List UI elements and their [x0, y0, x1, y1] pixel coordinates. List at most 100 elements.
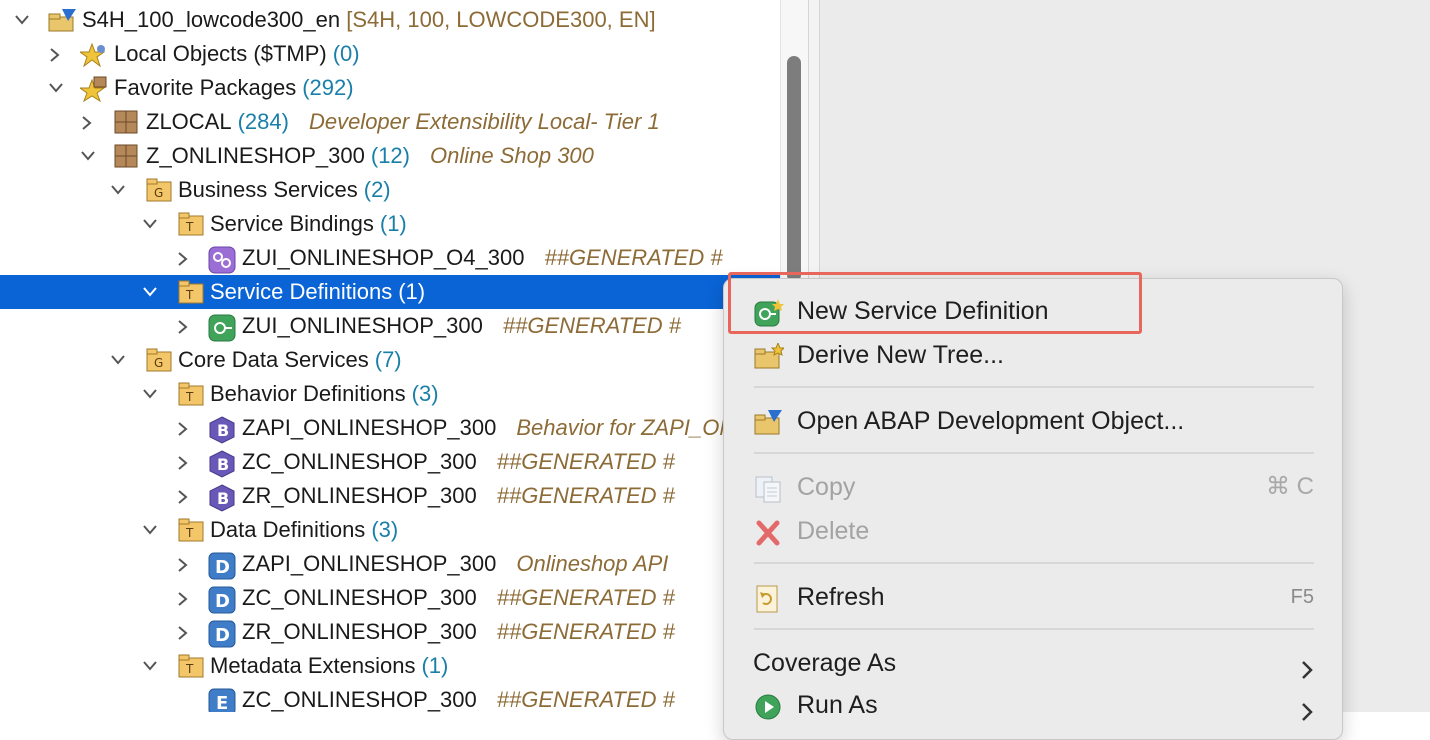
tree-scrollbar-thumb[interactable]	[787, 56, 801, 282]
chevron-right-icon[interactable]	[44, 37, 66, 71]
tree-item-business-services[interactable]: G Business Services (2)	[0, 173, 780, 207]
zlocal-description: Developer Extensibility Local- Tier 1	[308, 109, 660, 134]
data-definition-icon: D	[208, 586, 236, 614]
tree-item-favorite-packages[interactable]: Favorite Packages (292)	[0, 71, 780, 105]
svg-text:T: T	[185, 526, 194, 540]
svg-text:E: E	[216, 693, 228, 712]
svg-text:G: G	[154, 186, 163, 200]
tree-item-local-objects[interactable]: Local Objects ($TMP) (0)	[0, 37, 780, 71]
behavior-definition-icon: B	[208, 450, 235, 478]
chevron-right-icon[interactable]	[172, 411, 194, 445]
tree-item-zui-onlineshop-o4-300[interactable]: ZUI_ONLINESHOP_O4_300 ##GENERATED #	[0, 241, 780, 275]
chevron-right-icon[interactable]	[172, 547, 194, 581]
chevron-down-icon[interactable]	[138, 649, 160, 683]
data-definitions-count: (3)	[371, 517, 399, 542]
copy-icon	[754, 475, 784, 503]
tree-item-data-definitions[interactable]: T Data Definitions (3)	[0, 513, 780, 547]
tree-item-root[interactable]: S4H_100_lowcode300_en [S4H, 100, LOWCODE…	[0, 3, 780, 37]
tree-item-service-bindings[interactable]: T Service Bindings (1)	[0, 207, 780, 241]
chevron-right-icon[interactable]	[172, 615, 194, 649]
z-onlineshop-description: Online Shop 300	[430, 143, 594, 168]
delete-label: Delete	[797, 517, 870, 545]
type-folder-icon: T	[178, 280, 204, 304]
service-definitions-count: (1)	[398, 279, 426, 304]
bdef3-description: ##GENERATED #	[496, 483, 675, 508]
tree-item-z-onlineshop-300[interactable]: Z_ONLINESHOP_300 (12) Online Shop 300	[0, 139, 780, 173]
chevron-right-icon[interactable]	[172, 479, 194, 513]
tree-item-behavior-definitions[interactable]: T Behavior Definitions (3)	[0, 377, 780, 411]
tree-item-bdef-zr[interactable]: B ZR_ONLINESHOP_300 ##GENERATED #	[0, 479, 780, 513]
svg-text:B: B	[217, 455, 229, 474]
zlocal-count: (284)	[237, 109, 289, 134]
mext1-label: ZC_ONLINESHOP_300	[242, 687, 477, 712]
behavior-definitions-count: (3)	[411, 381, 439, 406]
type-folder-icon: T	[178, 654, 204, 678]
menu-item-copy[interactable]: Copy ⌘ C	[724, 467, 1342, 507]
menu-separator	[754, 628, 1314, 630]
z-onlineshop-label: Z_ONLINESHOP_300	[146, 143, 365, 168]
service-definition-icon	[208, 314, 236, 342]
tree-item-bdef-zapi[interactable]: B ZAPI_ONLINESHOP_300 Behavior for ZAPI_O…	[0, 411, 780, 445]
zui-o4-label: ZUI_ONLINESHOP_O4_300	[242, 245, 525, 270]
tree-item-zui-onlineshop-300[interactable]: ZUI_ONLINESHOP_300 ##GENERATED #	[0, 309, 780, 343]
svg-text:B: B	[217, 421, 229, 440]
bdef2-label: ZC_ONLINESHOP_300	[242, 449, 477, 474]
zui-srv-description: ##GENERATED #	[502, 313, 681, 338]
svg-text:D: D	[215, 625, 230, 646]
tree-item-bdef-zc[interactable]: B ZC_ONLINESHOP_300 ##GENERATED #	[0, 445, 780, 479]
tree-item-ddef-zapi[interactable]: D ZAPI_ONLINESHOP_300 Onlineshop API	[0, 547, 780, 581]
data-definitions-label: Data Definitions	[210, 517, 366, 542]
mext1-description: ##GENERATED #	[496, 687, 675, 712]
chevron-down-icon[interactable]	[10, 3, 32, 37]
tree-item-core-data-services[interactable]: G Core Data Services (7)	[0, 343, 780, 377]
zui-srv-label: ZUI_ONLINESHOP_300	[242, 313, 483, 338]
chevron-down-icon[interactable]	[138, 513, 160, 547]
chevron-down-icon[interactable]	[138, 377, 160, 411]
coverage-as-label: Coverage As	[753, 649, 897, 677]
copy-label: Copy	[797, 473, 856, 501]
tree-item-ddef-zr[interactable]: D ZR_ONLINESHOP_300 ##GENERATED #	[0, 615, 780, 649]
menu-item-open-abap-object[interactable]: Open ABAP Development Object...	[724, 401, 1342, 441]
run-as-label: Run As	[797, 691, 878, 719]
refresh-icon	[754, 585, 784, 613]
chevron-down-icon[interactable]	[44, 71, 66, 105]
chevron-down-icon[interactable]	[106, 343, 128, 377]
data-definition-icon: D	[208, 620, 236, 648]
business-services-count: (2)	[363, 177, 391, 202]
z-onlineshop-count: (12)	[370, 143, 410, 168]
menu-item-refresh[interactable]: Refresh F5	[724, 577, 1342, 617]
chevron-right-icon[interactable]	[76, 105, 98, 139]
chevron-right-icon[interactable]	[172, 445, 194, 479]
service-definitions-label: Service Definitions	[210, 279, 393, 304]
tree-item-mext-zc[interactable]: E ZC_ONLINESHOP_300 ##GENERATED #	[0, 683, 780, 712]
menu-item-delete[interactable]: Delete	[724, 511, 1342, 551]
type-folder-icon: T	[178, 518, 204, 542]
copy-shortcut: ⌘ C	[1266, 473, 1314, 500]
metadata-extension-icon: E	[208, 688, 236, 712]
menu-item-coverage-as[interactable]: Coverage As	[724, 643, 1342, 683]
chevron-right-icon[interactable]	[172, 241, 194, 275]
menu-item-derive-new-tree[interactable]: Derive New Tree...	[724, 335, 1342, 375]
tree-item-metadata-extensions[interactable]: T Metadata Extensions (1)	[0, 649, 780, 683]
root-meta: [S4H, 100, LOWCODE300, EN]	[346, 7, 656, 32]
chevron-right-icon[interactable]	[172, 581, 194, 615]
service-bindings-count: (1)	[379, 211, 407, 236]
local-objects-count: (0)	[332, 41, 360, 66]
chevron-down-icon[interactable]	[76, 139, 98, 173]
data-definition-icon: D	[208, 552, 236, 580]
tree-item-service-definitions[interactable]: T Service Definitions (1)	[0, 275, 780, 309]
derive-tree-icon	[754, 341, 786, 369]
tree-item-zlocal[interactable]: ZLOCAL (284) Developer Extensibility Local…	[0, 105, 780, 139]
context-menu: New Service Definition Derive New Tree..…	[723, 278, 1343, 740]
chevron-down-icon[interactable]	[106, 173, 128, 207]
tree-item-ddef-zc[interactable]: D ZC_ONLINESHOP_300 ##GENERATED #	[0, 581, 780, 615]
svg-text:B: B	[217, 489, 229, 508]
business-services-label: Business Services	[178, 177, 358, 202]
ddef1-description: Onlineshop API	[516, 551, 669, 576]
bdef2-description: ##GENERATED #	[496, 449, 675, 474]
chevron-right-icon[interactable]	[172, 309, 194, 343]
behavior-definitions-label: Behavior Definitions	[210, 381, 406, 406]
menu-item-run-as[interactable]: Run As	[724, 685, 1342, 725]
chevron-down-icon[interactable]	[138, 207, 160, 241]
chevron-down-icon[interactable]	[138, 275, 160, 309]
